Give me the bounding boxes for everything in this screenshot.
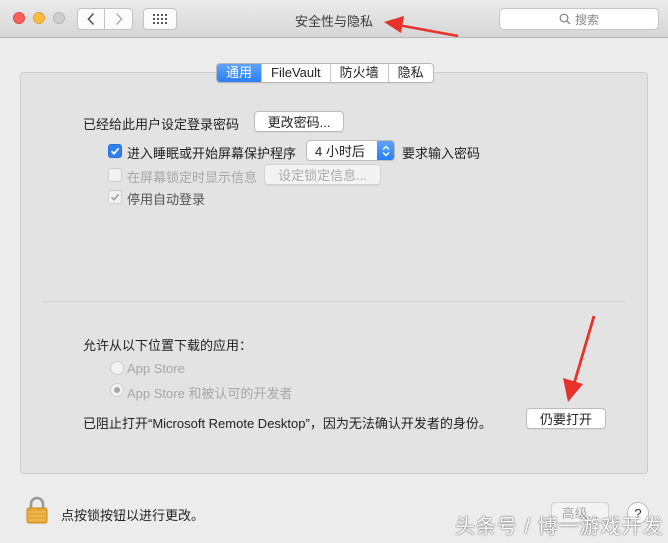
radio-app-store[interactable] — [110, 361, 124, 375]
chevron-left-icon — [87, 12, 95, 26]
radio-selected-dot — [114, 387, 120, 393]
change-password-button[interactable]: 更改密码... — [254, 111, 344, 132]
disable-auto-login-label: 停用自动登录 — [127, 192, 206, 207]
password-set-label: 已经给此用户设定登录密码 — [83, 117, 240, 132]
lock-icon[interactable] — [26, 496, 48, 527]
show-lock-message-checkbox[interactable] — [108, 168, 122, 182]
require-password-label: 进入睡眠或开始屏幕保护程序 — [127, 146, 297, 161]
grid-icon — [153, 14, 167, 24]
close-window-button[interactable] — [13, 12, 25, 24]
zoom-window-button[interactable] — [53, 12, 65, 24]
checkmark-icon — [110, 193, 120, 201]
tab-firewall[interactable]: 防火墙 — [331, 64, 389, 82]
search-icon — [559, 13, 571, 25]
forward-button[interactable] — [105, 8, 133, 30]
blocked-app-message: 已阻止打开“Microsoft Remote Desktop”，因为无法确认开发… — [83, 416, 492, 431]
back-button[interactable] — [77, 8, 105, 30]
radio-app-store-identified[interactable] — [110, 383, 124, 397]
radio-app-store-identified-label: App Store 和被认可的开发者 — [127, 386, 293, 401]
open-anyway-button[interactable]: 仍要打开 — [526, 408, 606, 429]
disable-auto-login-checkbox[interactable] — [108, 190, 122, 204]
show-lock-message-label: 在屏幕锁定时显示信息 — [127, 170, 258, 185]
watermark-text: 头条号 / 博一游戏开发 — [455, 516, 664, 538]
section-divider — [42, 301, 625, 302]
tab-bar: 通用 FileVault 防火墙 隐私 — [216, 63, 434, 83]
require-password-delay-value: 4 小时后 — [315, 144, 365, 159]
tab-filevault[interactable]: FileVault — [262, 64, 331, 82]
search-field[interactable]: 搜索 — [499, 8, 659, 30]
allowed-downloads-heading: 允许从以下位置下载的应用： — [83, 338, 253, 353]
require-password-delay-select[interactable]: 4 小时后 — [306, 140, 395, 161]
checkmark-icon — [110, 147, 120, 156]
tab-privacy[interactable]: 隐私 — [389, 64, 433, 82]
show-all-button[interactable] — [143, 8, 177, 30]
tab-general[interactable]: 通用 — [217, 64, 263, 82]
minimize-window-button[interactable] — [33, 12, 45, 24]
title-bar: 安全性与隐私 搜索 — [0, 0, 668, 38]
window-title: 安全性与隐私 — [294, 14, 373, 29]
chevron-right-icon — [115, 12, 123, 26]
lock-instruction-text: 点按锁按钮以进行更改。 — [61, 508, 205, 523]
require-password-checkbox[interactable] — [108, 144, 122, 158]
set-lock-message-button[interactable]: 设定锁定信息... — [264, 164, 381, 185]
stepper-arrows-icon — [377, 141, 394, 160]
search-placeholder: 搜索 — [574, 12, 599, 27]
require-password-suffix: 要求输入密码 — [402, 146, 481, 161]
radio-app-store-label: App Store — [127, 361, 185, 376]
